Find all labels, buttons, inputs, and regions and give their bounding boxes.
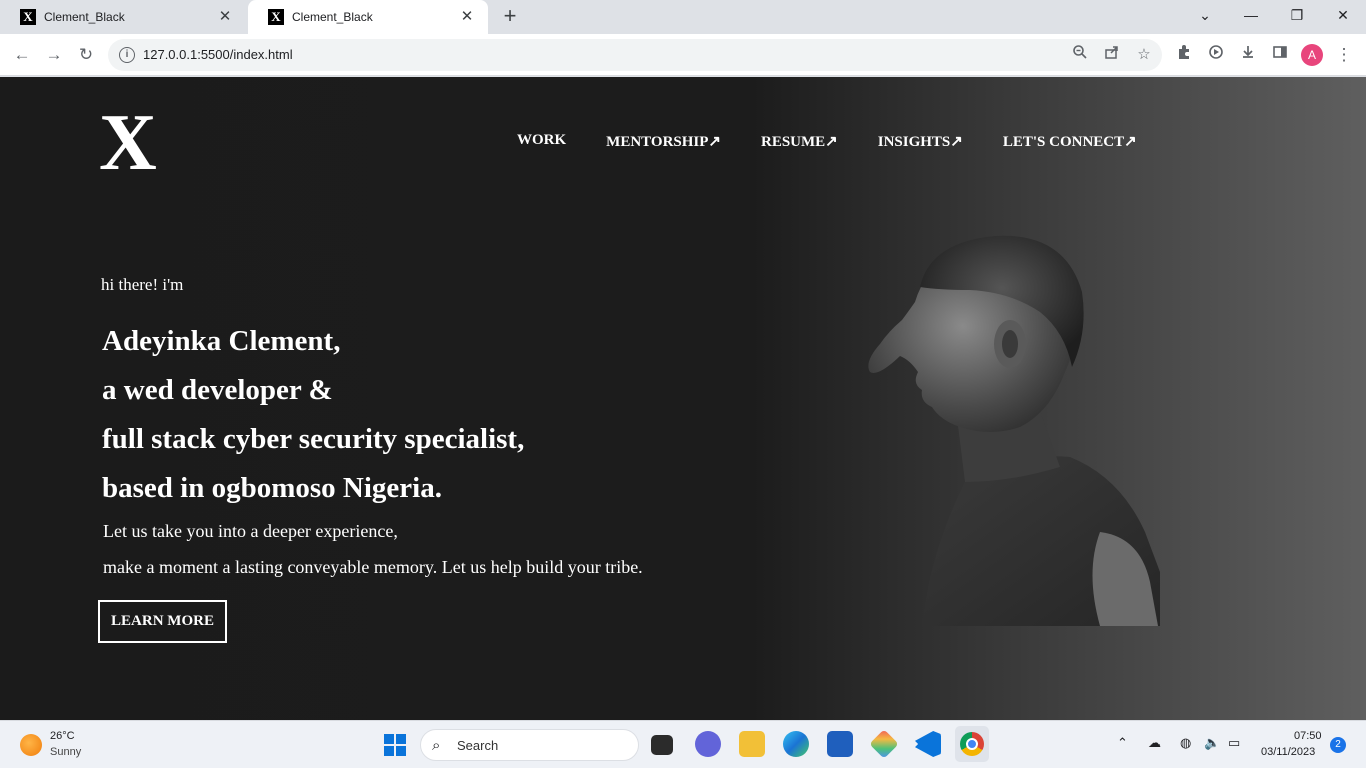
sidepanel-icon[interactable] <box>1268 43 1292 67</box>
tab-strip: X Clement_Black ✕ X Clement_Black ✕ + ⌄ … <box>0 0 1366 34</box>
minimize-button[interactable]: — <box>1228 0 1274 30</box>
notification-badge[interactable]: 2 <box>1330 737 1346 753</box>
vscode-icon[interactable] <box>915 731 941 757</box>
site-logo[interactable]: X <box>99 103 157 183</box>
nav-insights[interactable]: INSIGHTS↗ <box>878 132 963 151</box>
close-tab-icon[interactable]: ✕ <box>458 8 476 26</box>
taskbar: 26°C Sunny ⌕ Search ⌃ ☁ ◍ 🔈 ▭ 07:50 03/1… <box>0 720 1366 768</box>
site-favicon-icon: X <box>268 9 284 25</box>
clock-time[interactable]: 07:50 <box>1294 730 1322 742</box>
share-icon[interactable] <box>1101 44 1123 66</box>
greeting-text: hi there! i'm <box>101 275 184 294</box>
close-tab-icon[interactable]: ✕ <box>216 8 234 26</box>
windows-logo-icon <box>384 734 394 744</box>
browser-tab-active[interactable]: X Clement_Black ✕ <box>248 0 488 34</box>
show-hidden-icons[interactable]: ⌃ <box>1117 735 1128 751</box>
back-button[interactable]: ← <box>10 43 34 67</box>
site-favicon-icon: X <box>20 9 36 25</box>
bookmark-star-icon[interactable]: ☆ <box>1133 44 1155 66</box>
headline-line: Adeyinka Clement, <box>102 325 341 357</box>
portrait-image <box>868 235 1160 626</box>
weather-condition[interactable]: Sunny <box>50 746 81 758</box>
headline-line: a wed developer & <box>102 374 333 406</box>
tab-search-button[interactable]: ⌄ <box>1182 0 1228 30</box>
close-window-button[interactable]: ✕ <box>1320 0 1366 30</box>
chat-icon[interactable] <box>695 731 721 757</box>
chrome-active-slot[interactable] <box>955 726 989 762</box>
hero-headline: Adeyinka Clement, a wed developer & full… <box>102 317 524 513</box>
url-text[interactable]: 127.0.0.1:5500/index.html <box>143 47 293 62</box>
cloud-offline-icon[interactable]: ☁ <box>1148 735 1161 751</box>
chrome-icon <box>960 732 984 756</box>
task-view-icon[interactable] <box>651 735 673 755</box>
battery-icon[interactable]: ▭ <box>1228 735 1240 751</box>
browser-toolbar: ← → ↻ i 127.0.0.1:5500/index.html ☆ A ⋮ <box>0 34 1366 76</box>
nav-mentorship[interactable]: MENTORSHIP↗ <box>606 132 721 151</box>
main-nav: WORK MENTORSHIP↗ RESUME↗ INSIGHTS↗ LET'S… <box>517 132 1137 151</box>
zoom-icon[interactable] <box>1069 44 1091 66</box>
clock-date[interactable]: 03/11/2023 <box>1261 746 1315 758</box>
learn-more-button[interactable]: LEARN MORE <box>98 600 227 643</box>
search-icon: ⌕ <box>432 737 441 754</box>
media-icon[interactable] <box>1204 43 1228 67</box>
network-globe-icon[interactable]: ◍ <box>1180 735 1191 751</box>
weather-temperature[interactable]: 26°C <box>50 730 75 742</box>
page-viewport: X WORK MENTORSHIP↗ RESUME↗ INSIGHTS↗ LET… <box>0 77 1366 720</box>
headline-line: full stack cyber security specialist, <box>102 423 525 455</box>
start-button[interactable] <box>384 734 406 756</box>
sun-weather-icon[interactable] <box>20 734 42 756</box>
extensions-icon[interactable] <box>1172 43 1196 67</box>
search-placeholder: Search <box>457 738 499 753</box>
edge-browser-icon[interactable] <box>783 731 809 757</box>
profile-avatar[interactable]: A <box>1301 44 1323 66</box>
taskbar-search[interactable]: ⌕ Search <box>420 729 639 761</box>
download-icon[interactable] <box>1236 43 1260 67</box>
new-tab-button[interactable]: + <box>498 5 522 29</box>
tab-title: Clement_Black <box>44 10 125 24</box>
file-explorer-icon[interactable] <box>739 731 765 757</box>
nav-work[interactable]: WORK <box>517 132 566 151</box>
restore-button[interactable]: ❐ <box>1274 0 1320 30</box>
hero-subtext: Let us take you into a deeper experience… <box>103 513 643 585</box>
reload-button[interactable]: ↻ <box>74 43 98 67</box>
nav-lets-connect[interactable]: LET'S CONNECT↗ <box>1003 132 1137 151</box>
forward-button[interactable]: → <box>42 43 66 67</box>
address-bar[interactable]: i 127.0.0.1:5500/index.html ☆ <box>108 39 1162 71</box>
nav-resume[interactable]: RESUME↗ <box>761 132 838 151</box>
git-app-icon[interactable] <box>869 729 899 759</box>
microsoft-store-icon[interactable] <box>827 731 853 757</box>
subtext-line: make a moment a lasting conveyable memor… <box>103 557 643 577</box>
volume-icon[interactable]: 🔈 <box>1204 735 1220 751</box>
menu-icon[interactable]: ⋮ <box>1332 43 1356 67</box>
tab-title: Clement_Black <box>292 10 373 24</box>
subtext-line: Let us take you into a deeper experience… <box>103 521 398 541</box>
headline-line: based in ogbomoso Nigeria. <box>102 472 442 504</box>
browser-tab[interactable]: X Clement_Black ✕ <box>0 0 246 34</box>
site-info-icon[interactable]: i <box>119 47 135 63</box>
